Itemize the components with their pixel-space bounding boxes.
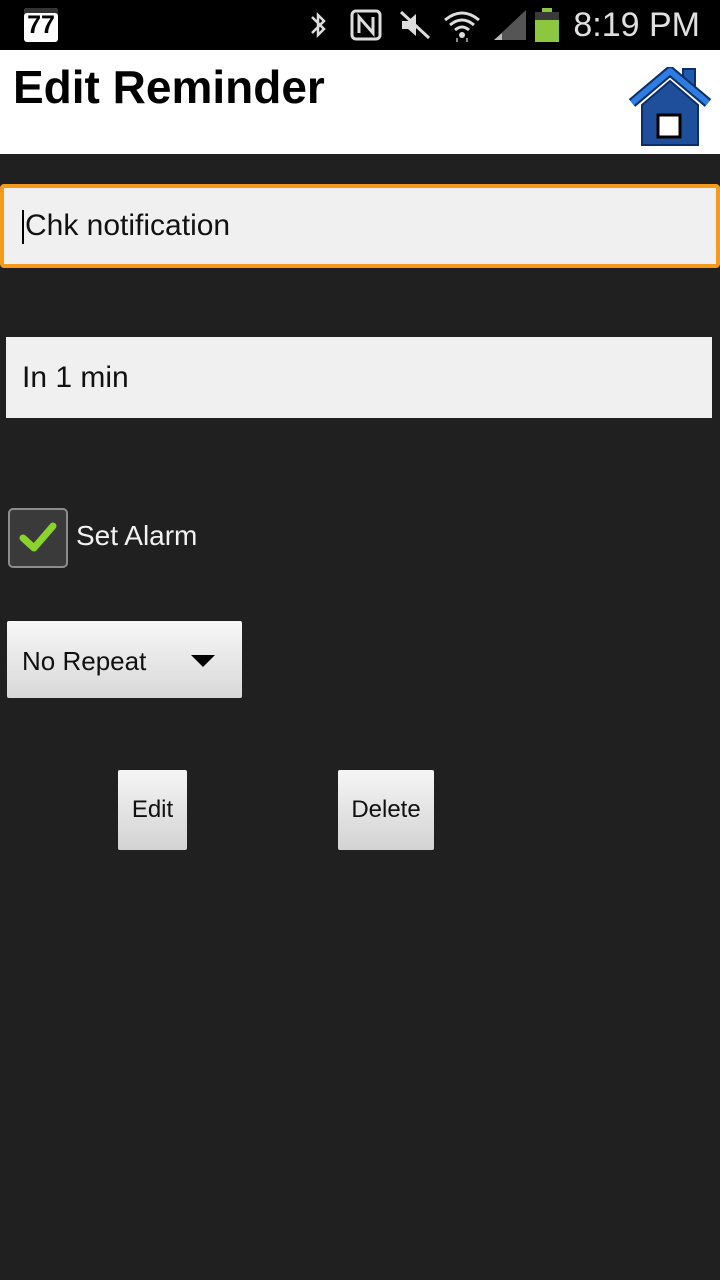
notification-badge: 77 [24,8,58,42]
repeat-selected-value: No Repeat [22,646,147,676]
battery-icon [535,8,559,42]
clock: 8:19 PM [573,6,700,44]
repeat-dropdown[interactable]: No Repeat [7,621,242,698]
status-bar: 77 8:19 PM [0,0,720,50]
reminder-text-input[interactable]: Chk notification [0,184,720,268]
set-alarm-label: Set Alarm [76,520,198,551]
nfc-icon [350,9,382,41]
time-input-value: In 1 min [22,361,129,394]
text-cursor [22,210,24,245]
home-icon[interactable] [628,67,712,147]
set-alarm-checkbox[interactable] [8,508,68,568]
mute-icon [399,10,431,40]
dropdown-arrow-icon [191,655,215,667]
time-input[interactable]: In 1 min [6,337,712,418]
page-title: Edit Reminder [13,61,325,113]
action-bar: Edit Reminder [0,50,720,154]
checkmark-icon [19,522,57,552]
delete-button[interactable]: Delete [338,770,434,850]
reminder-text-value: Chk notification [25,209,231,242]
signal-icon [494,10,526,40]
wifi-icon [444,11,480,42]
edit-button[interactable]: Edit [118,770,187,850]
bluetooth-icon [311,11,326,39]
